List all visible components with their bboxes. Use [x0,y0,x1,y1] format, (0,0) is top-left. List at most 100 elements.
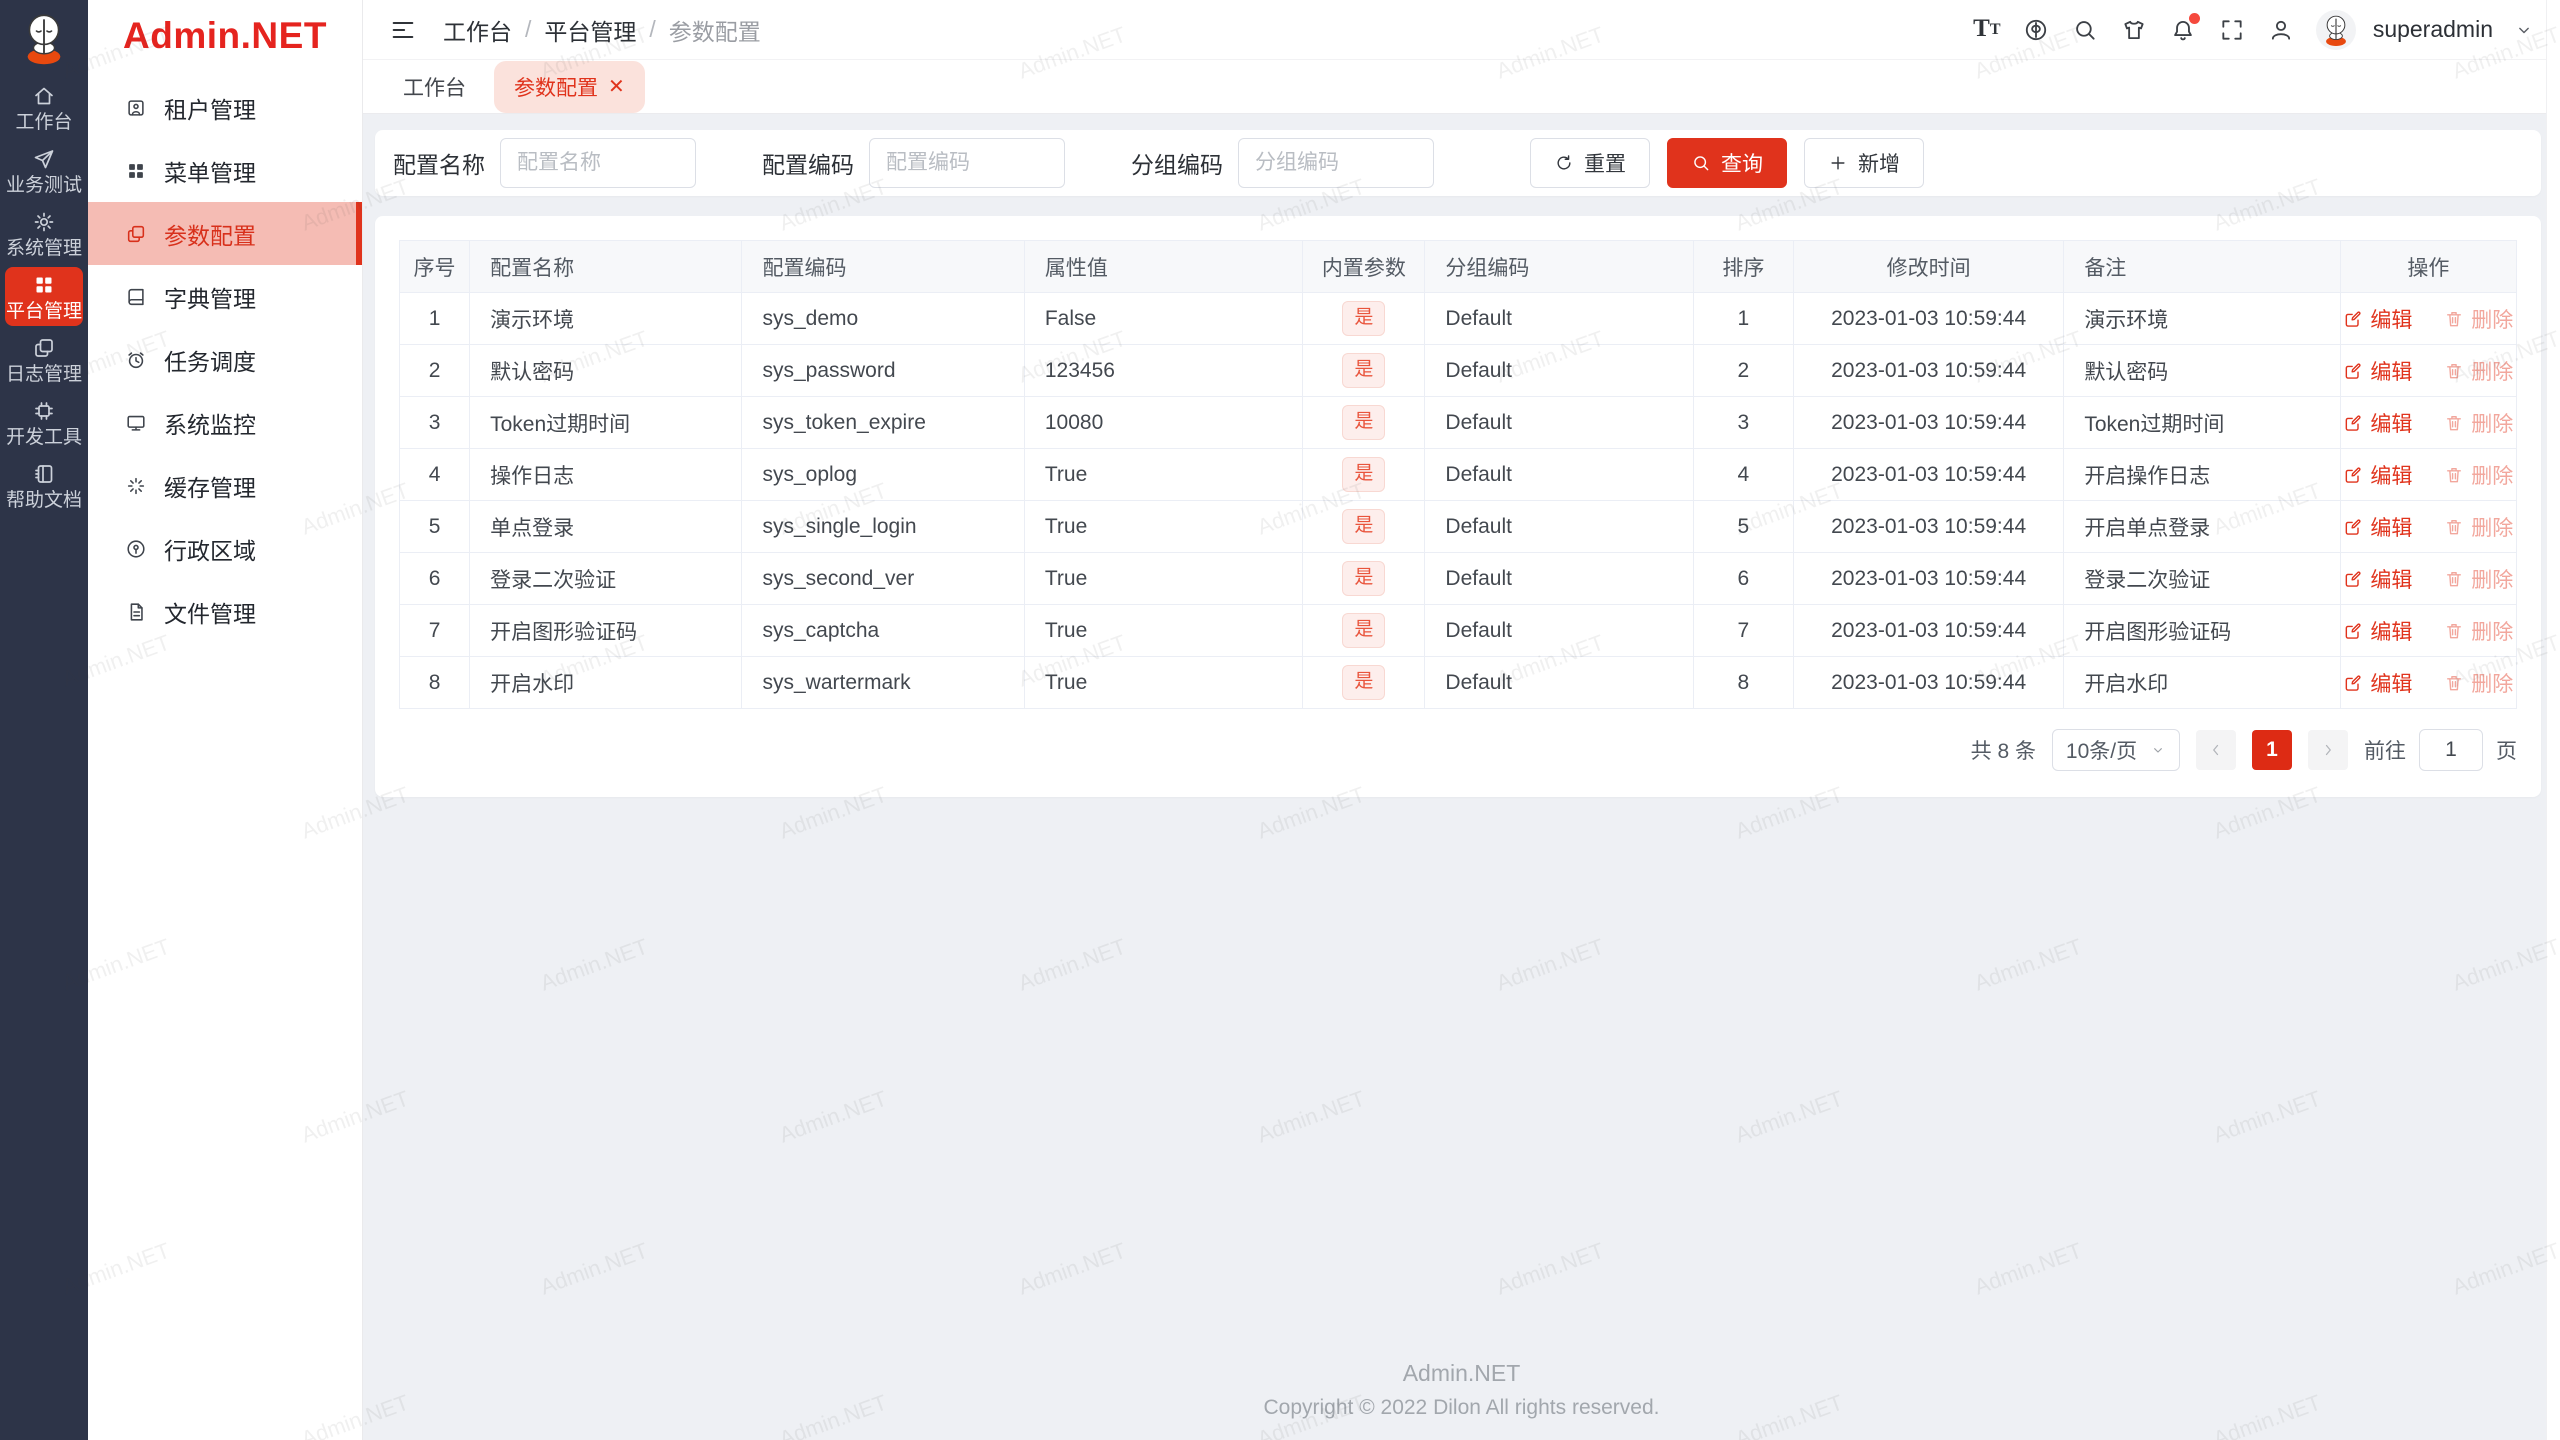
fullscreen-icon[interactable] [2218,16,2246,44]
edit-icon [2346,414,2361,431]
config-name-input[interactable] [500,138,696,188]
send-icon [34,149,54,168]
sidebar-item-menu-mgmt[interactable]: 菜单管理 [88,139,362,202]
breadcrumb-item[interactable]: 工作台 [443,13,512,47]
rail-item-dev-tools[interactable]: 开发工具 [5,393,83,452]
profile-icon[interactable] [2267,16,2295,44]
theme-icon[interactable] [2120,16,2148,44]
page-unit-label: 页 [2496,740,2517,763]
delete-button[interactable]: 删除 [2444,408,2513,438]
edit-button[interactable]: 编辑 [2343,512,2412,542]
sidebar-item-region[interactable]: 行政区域 [88,517,362,580]
footer-copyright: Copyright © 2022 Dilon All rights reserv… [1263,1396,1660,1419]
edit-icon [2346,362,2361,379]
delete-button[interactable]: 删除 [2444,460,2513,490]
cell-actions: 编辑 删除 [2339,396,2518,449]
rail-item-workbench[interactable]: 工作台 [5,78,83,137]
menu-grid-icon [129,163,143,178]
trash-icon [2447,363,2462,378]
goto-page-input[interactable] [2419,729,2483,771]
table-header-row: 序号 配置名称 配置编码 属性值 内置参数 分组编码 排序 修改时间 备注 操作 [398,240,2518,293]
chevron-right-icon [2325,744,2331,756]
footer-app-name: Admin.NET [1402,1360,1521,1386]
sidebar-item-tenant[interactable]: 租户管理 [88,76,362,139]
delete-button[interactable]: 删除 [2444,356,2513,386]
trash-icon [2447,571,2462,586]
username[interactable]: superadmin [2373,16,2493,43]
rail-item-label: 开发工具 [5,426,82,448]
language-icon[interactable] [2022,16,2050,44]
rail-item-platform-mgmt[interactable]: 平台管理 [5,267,83,326]
tab-label: 工作台 [403,76,466,100]
cell-group-code: Default [1424,604,1694,657]
footer: Admin.NET Copyright © 2022 Dilon All rig… [363,1360,2560,1420]
trash-icon [2447,467,2462,482]
cell-builtin: 是 [1302,552,1426,605]
group-code-input[interactable] [1238,138,1434,188]
sidebar-logo-text: Admin.NET [123,15,327,56]
cell-actions: 编辑 删除 [2339,344,2518,397]
next-page-button[interactable] [2308,730,2348,770]
search-icon[interactable] [2071,16,2099,44]
plus-icon [1831,156,1845,170]
table-row: 1 演示环境 sys_demo False 是 Default 1 2023-0… [398,292,2518,345]
tab-config[interactable]: 参数配置 ✕ [494,60,645,113]
builtin-badge: 是 [1342,613,1386,648]
notification-icon[interactable] [2169,12,2200,44]
cell-value: True [1023,448,1304,501]
prev-page-button[interactable] [2196,730,2236,770]
config-code-input[interactable] [869,138,1065,188]
rail-item-business-test[interactable]: 业务测试 [5,141,83,200]
sidebar-item-schedule[interactable]: 任务调度 [88,328,362,391]
edit-button[interactable]: 编辑 [2343,616,2412,646]
cell-config-code: sys_second_ver [741,552,1025,605]
rail-item-help-docs[interactable]: 帮助文档 [5,456,83,515]
chevron-down-icon[interactable] [2514,20,2534,40]
edit-button[interactable]: 编辑 [2343,408,2412,438]
table-row: 6 登录二次验证 sys_second_ver True 是 Default 6… [398,552,2518,605]
rail-item-log-mgmt[interactable]: 日志管理 [5,330,83,389]
rail-item-system-mgmt[interactable]: 系统管理 [5,204,83,263]
tenant-icon [128,99,144,116]
search-button[interactable]: 查询 [1667,138,1787,188]
sidebar-item-file[interactable]: 文件管理 [88,580,362,643]
tab-close-icon[interactable]: ✕ [608,77,625,97]
rail-item-label: 业务测试 [5,174,82,196]
sidebar-item-cache[interactable]: 缓存管理 [88,454,362,517]
sidebar-item-config[interactable]: 参数配置 [88,202,362,265]
font-size-icon[interactable]: TT [1973,16,2001,44]
sidebar-item-monitor[interactable]: 系统监控 [88,391,362,454]
tab-workbench[interactable]: 工作台 [389,61,480,113]
delete-button[interactable]: 删除 [2444,668,2513,698]
sidebar-item-dictionary[interactable]: 字典管理 [88,265,362,328]
add-button[interactable]: 新增 [1804,138,1924,188]
cell-value: True [1023,552,1304,605]
edit-button[interactable]: 编辑 [2343,460,2412,490]
scrollbar-track[interactable] [2546,0,2560,1440]
delete-button[interactable]: 删除 [2444,304,2513,334]
edit-button[interactable]: 编辑 [2343,304,2412,334]
cell-sort: 6 [1692,552,1794,605]
book-icon [35,464,53,483]
edit-button[interactable]: 编辑 [2343,564,2412,594]
edit-icon [2346,466,2361,483]
search-icon [1694,156,1709,171]
delete-button[interactable]: 删除 [2444,616,2513,646]
edit-button[interactable]: 编辑 [2343,356,2412,386]
edit-button[interactable]: 编辑 [2343,668,2412,698]
reset-button[interactable]: 重置 [1530,138,1650,188]
gear-icon [34,212,54,231]
user-avatar[interactable] [2315,9,2356,50]
page-number-button[interactable]: 1 [2252,730,2292,770]
cell-modified-time: 2023-01-03 10:59:44 [1792,552,2065,605]
trash-icon [2447,311,2462,326]
collapse-menu-icon[interactable] [389,16,417,44]
app-logo[interactable] [0,0,88,76]
column-header: 属性值 [1023,240,1304,293]
delete-button[interactable]: 删除 [2444,512,2513,542]
page-size-select[interactable]: 10条/页 [2052,729,2180,771]
delete-button[interactable]: 删除 [2444,564,2513,594]
rail-item-label: 工作台 [15,111,73,133]
breadcrumb-item[interactable]: 平台管理 [544,13,636,47]
sidebar-item-label: 缓存管理 [164,474,256,501]
